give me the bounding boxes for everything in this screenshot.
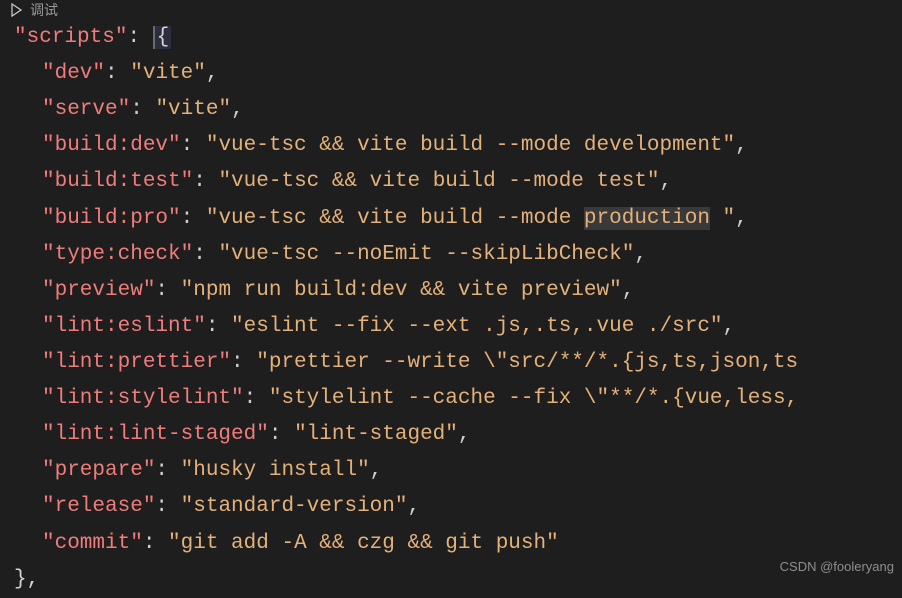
colon: : [244,387,269,410]
script-entry: "lint:lint-staged": "lint-staged", [0,417,902,453]
entry-value: "vue-tsc && vite build --mode production… [206,207,735,230]
comma: , [735,207,748,230]
entry-value: "vue-tsc && vite build --mode test" [218,170,659,193]
entry-key: "build:pro" [42,207,181,230]
script-entry: "release": "standard-version", [0,489,902,525]
entry-value: "prettier --write \"src/**/*.{js,ts,json… [256,351,798,374]
entry-value: "standard-version" [181,495,408,518]
colon: : [231,351,256,374]
entry-key: "build:dev" [42,134,181,157]
entry-value: "husky install" [181,459,370,482]
entry-key: "lint:stylelint" [42,387,244,410]
comma: , [735,134,748,157]
colon: : [130,98,155,121]
colon: : [269,423,294,446]
comma: , [660,170,673,193]
entry-key: "release" [42,495,155,518]
entry-value: "vite" [130,62,206,85]
comma: , [206,62,219,85]
colon: : [181,134,206,157]
script-entry: "build:test": "vue-tsc && vite build --m… [0,164,902,200]
colon: : [181,207,206,230]
entry-value: "vue-tsc --noEmit --skipLibCheck" [218,243,634,266]
script-entry: "build:pro": "vue-tsc && vite build --mo… [0,201,902,237]
colon: : [155,459,180,482]
comma: , [723,315,736,338]
script-entry: "build:dev": "vue-tsc && vite build --mo… [0,128,902,164]
colon: : [193,170,218,193]
debug-label: 调试 [30,0,58,20]
entry-key: "lint:lint-staged" [42,423,269,446]
entry-value: "npm run build:dev && vite preview" [181,279,622,302]
script-entry: "type:check": "vue-tsc --noEmit --skipLi… [0,237,902,273]
colon: : [193,243,218,266]
script-entry: "lint:stylelint": "stylelint --cache --f… [0,381,902,417]
script-entry: "preview": "npm run build:dev && vite pr… [0,273,902,309]
root-key: scripts [27,26,115,49]
colon: : [105,62,130,85]
comma: , [622,279,635,302]
entry-value: "git add -A && czg && git push" [168,532,559,555]
entry-key: "preview" [42,279,155,302]
entry-value: "vue-tsc && vite build --mode developmen… [206,134,735,157]
highlight: production [584,207,710,230]
comma: , [370,459,383,482]
code-editor[interactable]: "scripts": { "dev": "vite","serve": "vit… [0,20,902,598]
script-entry: "serve": "vite", [0,92,902,128]
script-entry: "prepare": "husky install", [0,453,902,489]
comma: , [231,98,244,121]
entry-key: "lint:prettier" [42,351,231,374]
comma: , [634,243,647,266]
comma: , [407,495,420,518]
entry-value: "eslint --fix --ext .js,.ts,.vue ./src" [231,315,722,338]
entry-value: "stylelint --cache --fix \"**/*.{vue,les… [269,387,798,410]
script-entry: "lint:eslint": "eslint --fix --ext .js,.… [0,309,902,345]
colon: : [206,315,231,338]
entry-key: "type:check" [42,243,193,266]
colon: : [143,532,168,555]
colon: : [155,495,180,518]
script-entry: "dev": "vite", [0,56,902,92]
script-entry: "commit": "git add -A && czg && git push… [0,526,902,562]
watermark: CSDN @fooleryang [780,559,894,574]
scripts-key-line: "scripts": { [0,20,902,56]
entry-key: "serve" [42,98,130,121]
script-entry: "lint:prettier": "prettier --write \"src… [0,345,902,381]
colon: : [155,279,180,302]
debug-bar[interactable]: 调试 [0,0,902,20]
entry-value: "vite" [155,98,231,121]
entry-key: "lint:eslint" [42,315,206,338]
closing-brace: }, [0,562,902,598]
entry-key: "prepare" [42,459,155,482]
entry-key: "dev" [42,62,105,85]
entry-key: "commit" [42,532,143,555]
entry-key: "build:test" [42,170,193,193]
comma: , [458,423,471,446]
entry-value: "lint-staged" [294,423,458,446]
play-icon [8,2,24,18]
